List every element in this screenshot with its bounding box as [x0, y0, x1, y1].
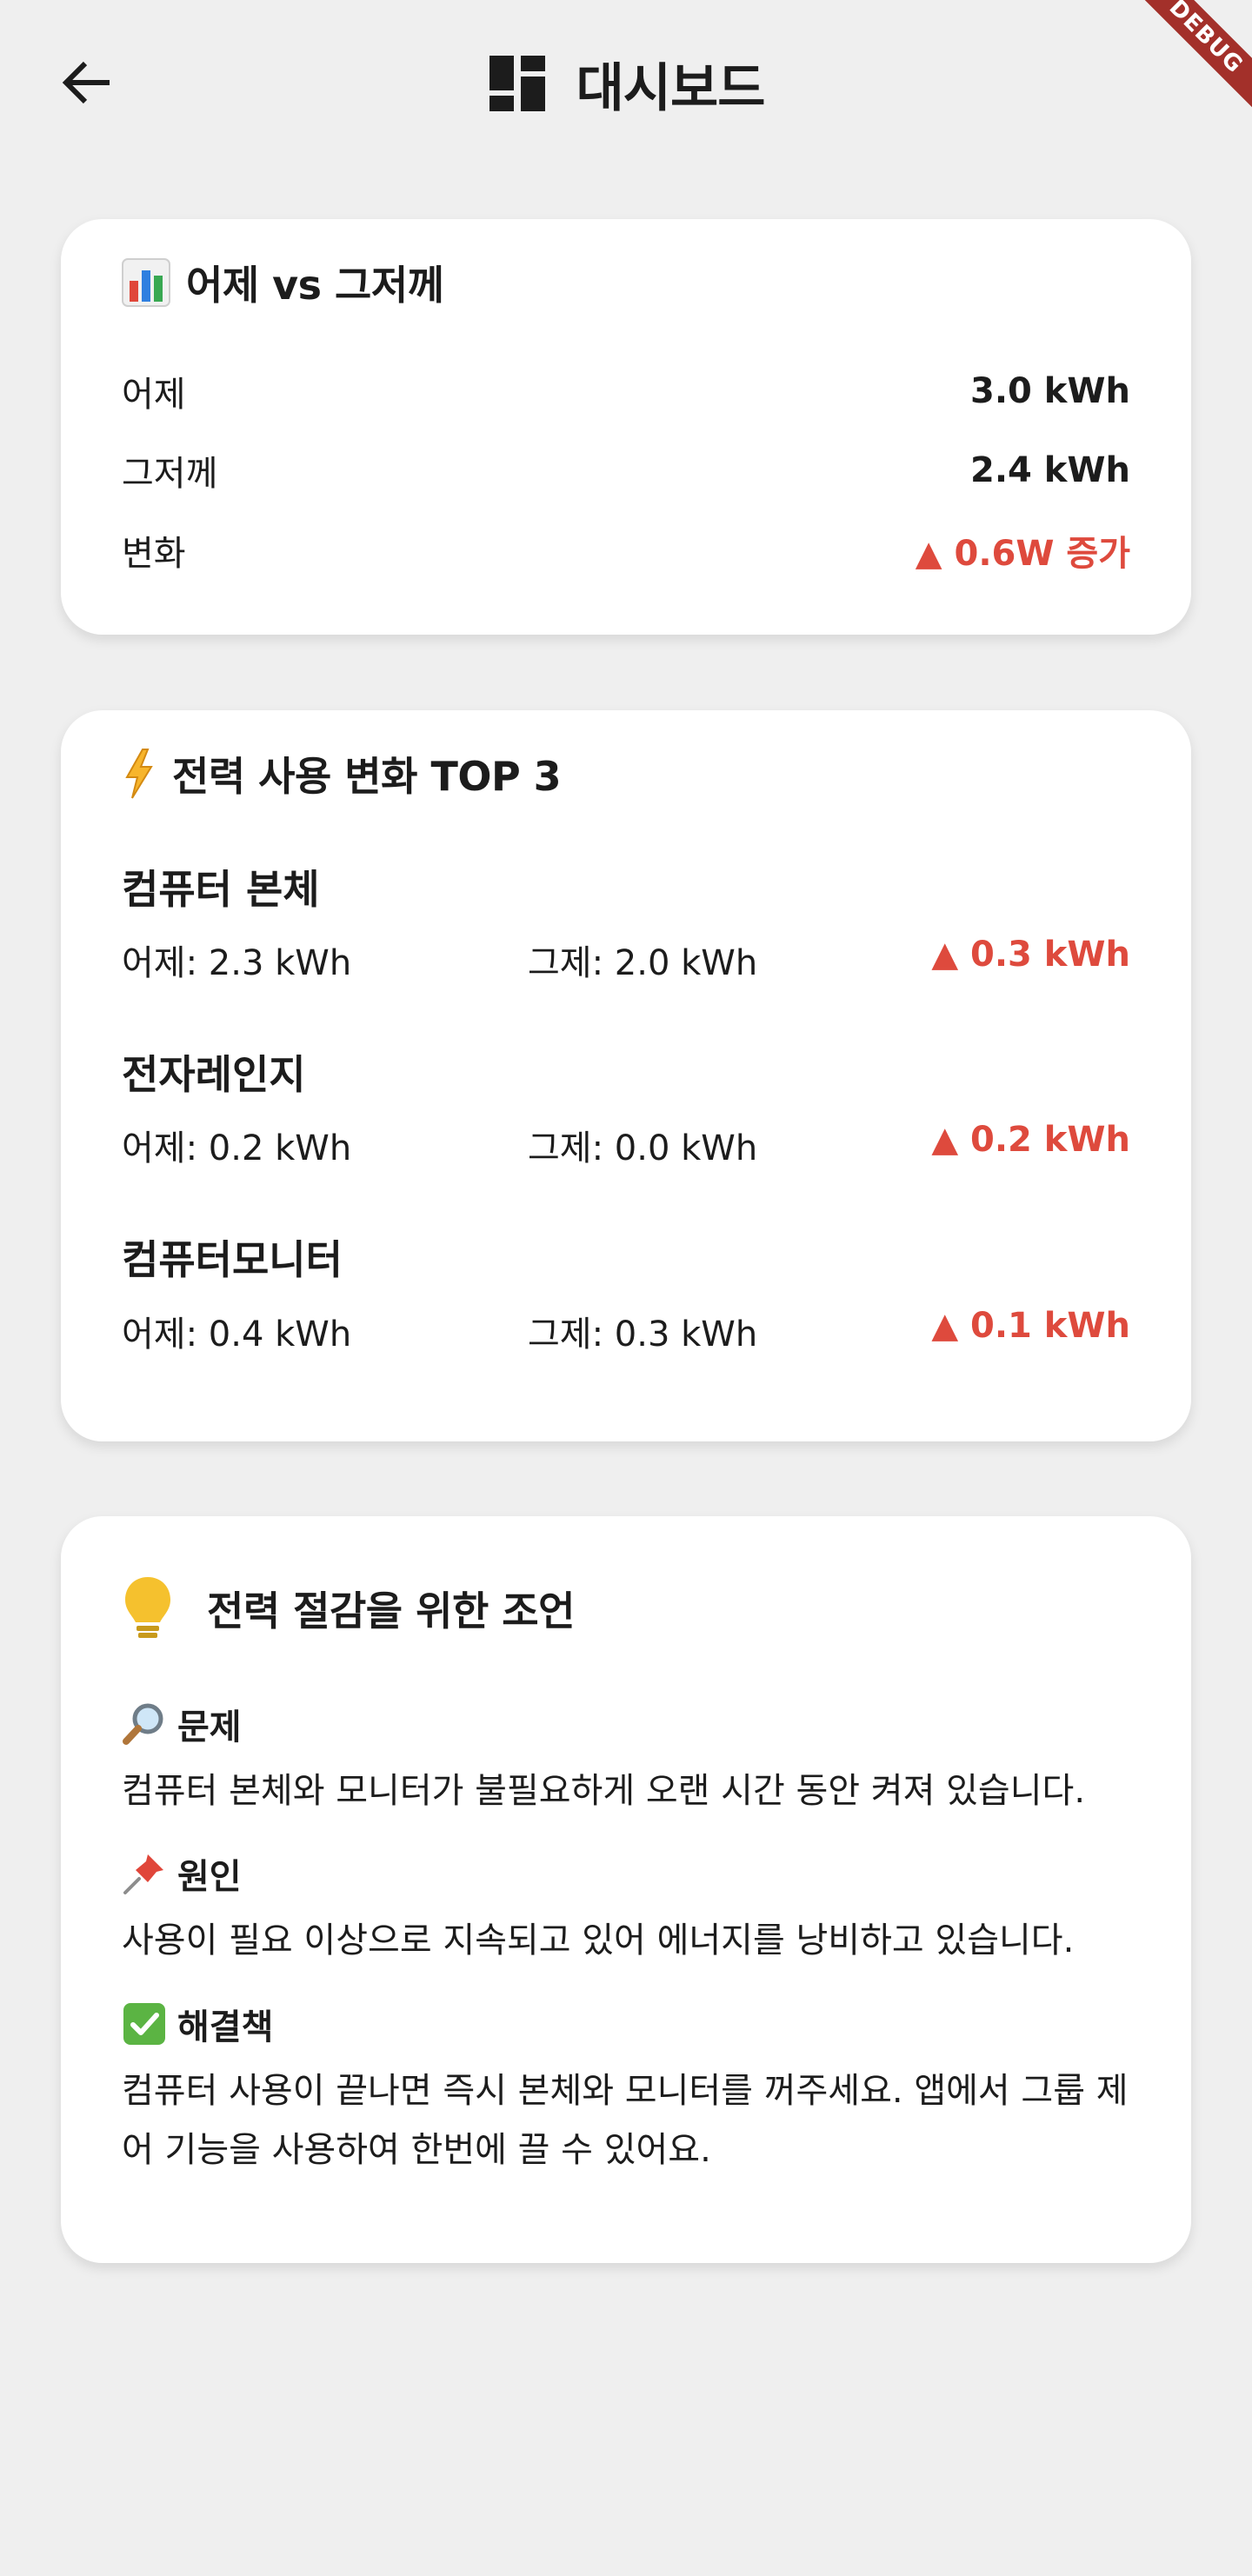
change-value: ▲ 0.6W 증가 [915, 534, 1130, 574]
top3-card-title: 전력 사용 변화 TOP 3 [122, 745, 562, 802]
cause-heading-text: 원인 [177, 1857, 242, 1897]
lightning-icon [122, 748, 156, 800]
top3-item-row: 어제: 2.3 kWh 그제: 2.0 kWh ▲ 0.3 kWh [122, 935, 1130, 987]
screen: DEBUG 대시보드 어제 vs 그저께 어제 3.0 kWh 그저께 2.4 … [0, 0, 1252, 2576]
bar-chart-icon [122, 258, 170, 307]
app-bar: 대시보드 [0, 0, 1252, 174]
top3-title: 전력 사용 변화 TOP 3 [172, 753, 562, 800]
solution-heading: 해결책 [122, 1999, 273, 2049]
top3-item-row: 어제: 0.4 kWh 그제: 0.3 kWh ▲ 0.1 kWh [122, 1306, 1130, 1358]
delta-value: ▲ 0.2 kWh [931, 1120, 1130, 1160]
row-change: 변화 ▲ 0.6W 증가 [122, 524, 1130, 576]
problem-heading-text: 문제 [177, 1707, 242, 1747]
top3-item-name: 전자레인지 [122, 1051, 306, 1098]
row-day-before: 그저께 2.4 kWh [122, 444, 1130, 496]
row-label: 그저께 [122, 454, 218, 494]
top3-item-name: 컴퓨터모니터 [122, 1236, 343, 1283]
lightbulb-icon [122, 1575, 174, 1641]
cause-text: 사용이 필요 이상으로 지속되고 있어 에너지를 낭비하고 있습니다. [122, 1920, 1075, 1960]
yesterday-value: 어제: 0.4 kWh [122, 1315, 352, 1355]
magnifier-icon [122, 1701, 167, 1747]
advice-card-title: 전력 절감을 위한 조언 [122, 1575, 575, 1641]
row-value: 2.4 kWh [970, 450, 1130, 490]
comparison-card-title: 어제 vs 그저께 [122, 254, 444, 311]
checkmark-icon [122, 2001, 167, 2047]
advice-card: 전력 절감을 위한 조언 문제 컴퓨터 본체와 모니터가 불필요하게 오랜 시간… [61, 1516, 1191, 2263]
top3-item-name: 컴퓨터 본체 [122, 866, 320, 913]
comparison-card: 어제 vs 그저께 어제 3.0 kWh 그저께 2.4 kWh 변화 ▲ 0.… [61, 219, 1191, 635]
row-label: 어제 [122, 375, 186, 415]
day-before-value: 그제: 0.0 kWh [528, 1128, 758, 1168]
comparison-title: 어제 vs 그저께 [186, 262, 444, 309]
dashboard-icon [489, 56, 545, 111]
row-label: 변화 [122, 534, 186, 574]
yesterday-value: 어제: 0.2 kWh [122, 1128, 352, 1168]
yesterday-value: 어제: 2.3 kWh [122, 943, 352, 983]
row-value: 3.0 kWh [970, 371, 1130, 411]
pushpin-icon [122, 1851, 167, 1896]
problem-heading: 문제 [122, 1699, 242, 1749]
top3-card: 전력 사용 변화 TOP 3 컴퓨터 본체 어제: 2.3 kWh 그제: 2.… [61, 710, 1191, 1441]
delta-value: ▲ 0.3 kWh [931, 935, 1130, 975]
cause-heading: 원인 [122, 1848, 242, 1899]
title-group: 대시보드 [0, 49, 1252, 119]
row-yesterday: 어제 3.0 kWh [122, 365, 1130, 417]
delta-value: ▲ 0.1 kWh [931, 1306, 1130, 1346]
page-title: 대시보드 [576, 57, 766, 119]
day-before-value: 그제: 0.3 kWh [528, 1315, 758, 1355]
solution-heading-text: 해결책 [177, 2007, 274, 2047]
solution-text: 컴퓨터 사용이 끝나면 즉시 본체와 모니터를 꺼주세요. 앱에서 그룹 제어 … [122, 2071, 1129, 2170]
problem-text: 컴퓨터 본체와 모니터가 불필요하게 오랜 시간 동안 켜져 있습니다. [122, 1771, 1086, 1811]
top3-item-row: 어제: 0.2 kWh 그제: 0.0 kWh ▲ 0.2 kWh [122, 1120, 1130, 1172]
advice-title: 전력 절감을 위한 조언 [207, 1588, 575, 1634]
day-before-value: 그제: 2.0 kWh [528, 943, 758, 983]
